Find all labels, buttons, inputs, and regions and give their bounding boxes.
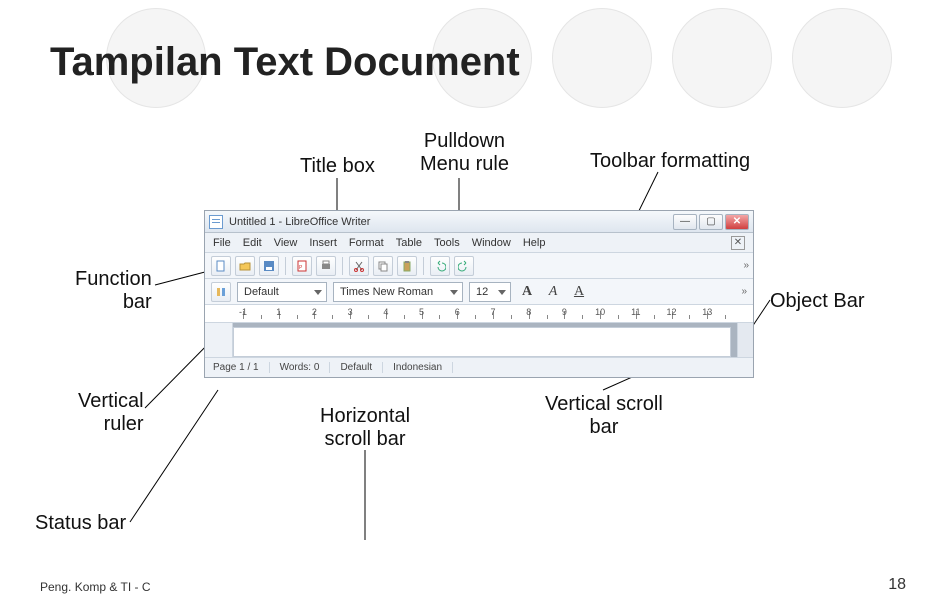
statusbar: Page 1 / 1 Words: 0 Default Indonesian (205, 357, 753, 377)
bold-button[interactable]: A (517, 282, 537, 302)
vertical-scrollbar[interactable] (737, 323, 753, 357)
paragraph-style-combo[interactable]: Default (237, 282, 327, 302)
menu-insert[interactable]: Insert (309, 237, 337, 249)
label-function-bar: Function bar (75, 268, 152, 314)
minimize-button[interactable]: ― (673, 214, 697, 230)
menu-table[interactable]: Table (396, 237, 422, 249)
format-toolbar: Default Times New Roman 12 A A A » (205, 279, 753, 305)
decor-circle (792, 8, 892, 108)
cut-button[interactable] (349, 256, 369, 276)
menu-tools[interactable]: Tools (434, 237, 460, 249)
export-pdf-button[interactable]: P (292, 256, 312, 276)
maximize-button[interactable]: ▢ (699, 214, 723, 230)
styles-button[interactable] (211, 282, 231, 302)
menu-help[interactable]: Help (523, 237, 546, 249)
horizontal-ruler[interactable]: -112345678910111213 (205, 305, 753, 323)
toolbar-overflow[interactable]: » (743, 260, 747, 271)
titlebar: Untitled 1 - LibreOffice Writer ― ▢ ✕ (205, 211, 753, 233)
menu-window[interactable]: Window (472, 237, 511, 249)
menu-file[interactable]: File (213, 237, 231, 249)
status-words: Words: 0 (280, 362, 331, 373)
decor-circle (672, 8, 772, 108)
status-page: Page 1 / 1 (213, 362, 270, 373)
status-style: Default (340, 362, 383, 373)
label-status-bar: Status bar (35, 512, 126, 535)
footer-left: Peng. Komp & TI - C (40, 580, 151, 594)
label-toolbar-formatting: Toolbar formatting (590, 150, 750, 173)
slide-title: Tampilan Text Document (50, 40, 520, 85)
document-area (205, 323, 753, 357)
print-button[interactable] (316, 256, 336, 276)
window-title: Untitled 1 - LibreOffice Writer (229, 216, 673, 228)
font-size-combo[interactable]: 12 (469, 282, 511, 302)
label-horizontal-scroll: Horizontal scroll bar (320, 405, 410, 451)
doc-close-button[interactable]: ✕ (731, 236, 745, 250)
label-pulldown: Pulldown Menu rule (420, 130, 509, 176)
underline-button[interactable]: A (569, 282, 589, 302)
writer-window: Untitled 1 - LibreOffice Writer ― ▢ ✕ Fi… (204, 210, 754, 378)
font-name-combo[interactable]: Times New Roman (333, 282, 463, 302)
new-doc-button[interactable] (211, 256, 231, 276)
label-vertical-ruler: Vertical ruler (78, 390, 144, 436)
paste-button[interactable] (397, 256, 417, 276)
close-button[interactable]: ✕ (725, 214, 749, 230)
label-title-box: Title box (300, 155, 375, 178)
document-page[interactable] (233, 327, 731, 357)
menu-view[interactable]: View (274, 237, 298, 249)
undo-button[interactable] (430, 256, 450, 276)
menu-edit[interactable]: Edit (243, 237, 262, 249)
label-object-bar: Object Bar (770, 290, 864, 313)
status-language: Indonesian (393, 362, 453, 373)
decor-circle (552, 8, 652, 108)
copy-button[interactable] (373, 256, 393, 276)
format-overflow[interactable]: » (741, 286, 747, 297)
menu-format[interactable]: Format (349, 237, 384, 249)
save-button[interactable] (259, 256, 279, 276)
italic-button[interactable]: A (543, 282, 563, 302)
label-vertical-scroll: Vertical scroll bar (545, 393, 663, 439)
open-button[interactable] (235, 256, 255, 276)
redo-button[interactable] (454, 256, 474, 276)
document-icon (209, 215, 223, 229)
vertical-ruler[interactable] (205, 323, 233, 357)
function-toolbar: P » (205, 253, 753, 279)
menubar: File Edit View Insert Format Table Tools… (205, 233, 753, 253)
slide-number: 18 (888, 576, 906, 594)
